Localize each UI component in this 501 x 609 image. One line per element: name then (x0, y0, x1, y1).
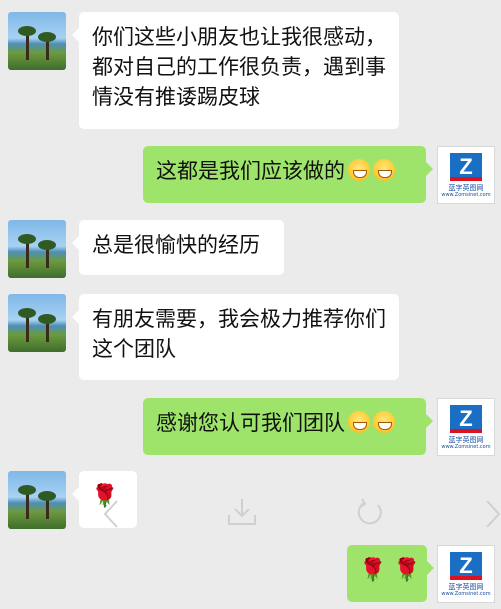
message-text: 这都是我们应该做的 (156, 159, 345, 183)
avatar[interactable] (8, 294, 66, 352)
logo-url: www.Zomsinet.com (441, 192, 491, 198)
message-text: 🌹 🌹 (359, 558, 421, 583)
rotate-icon[interactable] (354, 497, 386, 535)
message-text: 总是很愉快的经历 (92, 233, 260, 257)
chevron-right-icon[interactable] (485, 499, 501, 535)
logo-url: www.Zomsinet.com (441, 444, 491, 450)
avatar[interactable]: Z 蓝字英图网 www.Zomsinet.com (437, 146, 495, 204)
grin-emoji-icon (373, 159, 395, 181)
avatar[interactable] (8, 12, 66, 70)
grin-emoji-icon (348, 159, 370, 181)
message-bubble[interactable]: 你们这些小朋友也让我很感动，都对自己的工作很负责，遇到事情没有推诿踢皮球 (72, 12, 399, 129)
message-bubble[interactable]: 总是很愉快的经历 (72, 220, 284, 275)
message-text: 有朋友需要，我会极力推荐你们这个团队 (92, 307, 386, 361)
avatar[interactable]: Z 蓝字英图网 www.Zomsinet.com (437, 398, 495, 456)
message-bubble[interactable]: 感谢您认可我们团队 (143, 398, 433, 455)
logo-url: www.Zomsinet.com (441, 591, 491, 597)
grin-emoji-icon (348, 411, 370, 433)
message-text: 你们这些小朋友也让我很感动，都对自己的工作很负责，遇到事情没有推诿踢皮球 (92, 25, 386, 109)
avatar[interactable] (8, 471, 66, 529)
grin-emoji-icon (373, 411, 395, 433)
message-bubble[interactable]: 🌹 🌹 (347, 545, 434, 602)
message-row: 🌹 (0, 471, 501, 531)
message-bubble[interactable]: 有朋友需要，我会极力推荐你们这个团队 (72, 294, 399, 380)
chevron-left-icon[interactable] (101, 499, 121, 535)
message-bubble[interactable]: 这都是我们应该做的 (143, 146, 433, 203)
download-icon[interactable] (226, 497, 258, 533)
avatar[interactable]: Z 蓝字英图网 www.Zomsinet.com (437, 545, 495, 603)
avatar[interactable] (8, 220, 66, 278)
message-text: 感谢您认可我们团队 (156, 411, 345, 435)
